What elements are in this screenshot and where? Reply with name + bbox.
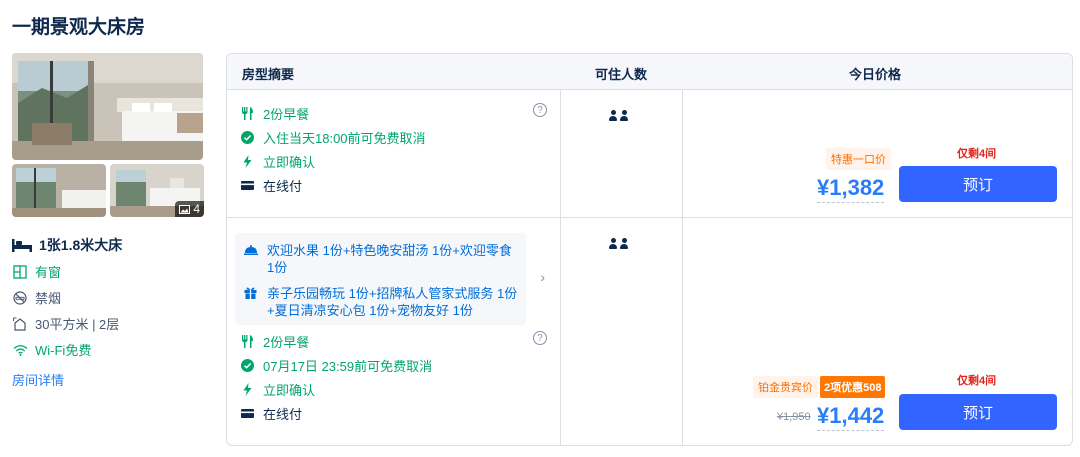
- rooms-remaining: 仅剩4间: [957, 148, 997, 160]
- room-title: 一期景观大床房: [12, 17, 146, 38]
- offer-policies: 2份早餐 ? 入住当天18:00前可免费取消 立即确认 在线付: [241, 101, 547, 197]
- feature-label: 有窗: [35, 265, 62, 280]
- check-circle-icon: [241, 358, 254, 372]
- feature-no-smoking: 禁烟: [12, 288, 204, 307]
- breakfast-label: 2份早餐: [263, 106, 310, 122]
- breakfast-label: 2份早餐: [263, 334, 310, 350]
- room-price: ¥1,442: [817, 402, 885, 431]
- photo-count-badge: 4: [175, 201, 204, 217]
- promo-badge[interactable]: 2项优惠508: [820, 376, 886, 398]
- gift-icon: [244, 287, 257, 299]
- room-info-panel: 4 1张1.8米大床 有窗 禁烟 30平方米 | 2层 Wi-Fi免费 房间详情: [12, 53, 204, 390]
- person-icon: [620, 110, 628, 121]
- room-main-photo[interactable]: [12, 53, 203, 160]
- info-circle-icon[interactable]: ?: [533, 103, 547, 117]
- header-room-summary: 房型摘要: [242, 67, 295, 82]
- occupancy-icons: [609, 110, 628, 121]
- payment-policy: 在线付: [241, 173, 547, 197]
- bed-icon: [12, 238, 32, 252]
- header-occupancy: 可住人数: [595, 67, 648, 82]
- benefit-item: 亲子乐园畅玩 1份+招牌私人管家式服务 1份+夏日清凉安心包 1份+宠物友好 1…: [244, 285, 518, 319]
- person-icon: [620, 238, 628, 249]
- rate-table: 房型摘要 可住人数 今日价格 2份早餐 ? 入住当天18:00前可免费取消 立即…: [226, 53, 1073, 446]
- special-price-tag: 特惠一口价: [826, 148, 891, 170]
- confirm-label: 立即确认: [263, 382, 316, 398]
- header-price: 今日价格: [849, 67, 902, 82]
- card-icon: [241, 180, 254, 190]
- payment-label: 在线付: [263, 406, 303, 422]
- photo-count: 4: [193, 202, 200, 216]
- offer-policies: 2份早餐 ? 07月17日 23:59前可免费取消 立即确认 在线付: [241, 329, 547, 425]
- table-row: 欢迎水果 1份+特色晚安甜汤 1份+欢迎零食 1份 亲子乐园畅玩 1份+招牌私人…: [227, 218, 1072, 445]
- check-circle-icon: [241, 130, 254, 144]
- info-circle-icon[interactable]: ?: [533, 331, 547, 345]
- benefit-item: 欢迎水果 1份+特色晚安甜汤 1份+欢迎零食 1份: [244, 242, 518, 276]
- utensils-icon: [242, 106, 253, 120]
- bed-label: 1张1.8米大床: [39, 237, 123, 253]
- cancel-label: 07月17日 23:59前可免费取消: [263, 358, 433, 374]
- window-icon: [13, 264, 27, 279]
- feature-label: 禁烟: [35, 291, 62, 306]
- book-button[interactable]: 预订: [899, 166, 1057, 202]
- original-price: ¥1,950: [777, 411, 811, 423]
- chevron-right-icon[interactable]: ›: [540, 269, 545, 285]
- table-row: 2份早餐 ? 入住当天18:00前可免费取消 立即确认 在线付 仅剩4间 特惠一…: [227, 90, 1072, 218]
- service-bell-icon: [244, 245, 258, 255]
- confirm-policy: 立即确认: [241, 377, 547, 401]
- area-icon: [13, 317, 26, 331]
- breakfast-item: 2份早餐 ?: [241, 101, 547, 125]
- benefit-text: 欢迎水果 1份+特色晚安甜汤 1份+欢迎零食 1份: [267, 243, 512, 275]
- payment-label: 在线付: [263, 178, 303, 194]
- cancel-policy: 07月17日 23:59前可免费取消: [241, 353, 547, 377]
- cancel-label: 入住当天18:00前可免费取消: [263, 130, 426, 146]
- bed-info: 1张1.8米大床: [12, 235, 204, 255]
- lightning-icon: [243, 382, 252, 396]
- feature-window: 有窗: [12, 262, 204, 281]
- room-thumbnail[interactable]: 4: [110, 164, 204, 217]
- utensils-icon: [242, 334, 253, 348]
- confirm-policy: 立即确认: [241, 149, 547, 173]
- person-icon: [609, 110, 617, 121]
- image-icon: [179, 204, 191, 214]
- package-benefits[interactable]: 欢迎水果 1份+特色晚安甜汤 1份+欢迎零食 1份 亲子乐园畅玩 1份+招牌私人…: [235, 233, 545, 325]
- table-header: 房型摘要 可住人数 今日价格: [227, 54, 1072, 90]
- lightning-icon: [243, 154, 252, 168]
- room-details-link[interactable]: 房间详情: [12, 370, 64, 389]
- payment-policy: 在线付: [241, 401, 547, 425]
- feature-wifi: Wi-Fi免费: [12, 340, 204, 359]
- book-button[interactable]: 预订: [899, 394, 1057, 430]
- no-smoking-icon: [13, 290, 27, 305]
- feature-label: 30平方米 | 2层: [35, 317, 120, 332]
- feature-area: 30平方米 | 2层: [12, 314, 204, 333]
- confirm-label: 立即确认: [263, 154, 316, 170]
- breakfast-item: 2份早餐 ?: [241, 329, 547, 353]
- card-icon: [241, 408, 254, 418]
- occupancy-icons: [609, 238, 628, 249]
- cancel-policy: 入住当天18:00前可免费取消: [241, 125, 547, 149]
- platinum-price-tag: 铂金贵宾价: [753, 376, 818, 398]
- room-price: ¥1,382: [817, 174, 885, 203]
- benefit-text: 亲子乐园畅玩 1份+招牌私人管家式服务 1份+夏日清凉安心包 1份+宠物友好 1…: [267, 286, 518, 318]
- wifi-icon: [13, 344, 27, 356]
- room-thumbnail[interactable]: [12, 164, 106, 217]
- rooms-remaining: 仅剩4间: [957, 375, 997, 387]
- person-icon: [609, 238, 617, 249]
- feature-label: Wi-Fi免费: [35, 343, 92, 358]
